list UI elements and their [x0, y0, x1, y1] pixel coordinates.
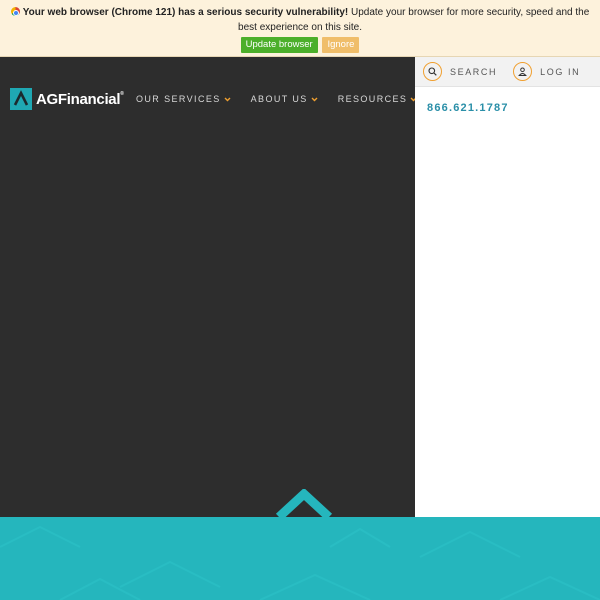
- utility-panel: SEARCH LOG IN 866.621.1787: [415, 57, 600, 517]
- nav-about-us[interactable]: ABOUT US: [251, 94, 318, 104]
- nav-label: ABOUT US: [250, 94, 308, 104]
- ignore-button[interactable]: Ignore: [322, 37, 360, 53]
- teal-banner: [0, 517, 600, 600]
- search-label: SEARCH: [450, 66, 498, 77]
- nav-resources[interactable]: RESOURCES: [338, 94, 418, 104]
- nav-label: OUR SERVICES: [136, 94, 221, 104]
- search-button[interactable]: SEARCH: [423, 62, 497, 81]
- chrome-icon: [10, 7, 20, 16]
- update-browser-button[interactable]: Update browser: [240, 37, 318, 53]
- user-icon: [513, 62, 533, 81]
- utility-bar: SEARCH LOG IN: [415, 57, 600, 87]
- phone-number-link[interactable]: 866.621.1787: [427, 102, 509, 114]
- banner-pattern: [0, 525, 600, 600]
- login-label: LOG IN: [540, 66, 581, 77]
- logo-mark-icon: [10, 88, 32, 110]
- browser-update-notice: Your web browser (Chrome 121) has a seri…: [0, 0, 600, 57]
- chevron-down-icon: [311, 95, 318, 104]
- main-nav: OUR SERVICES ABOUT US RESOURCES: [136, 94, 437, 104]
- logo[interactable]: AGFinancial®: [10, 88, 124, 110]
- logo-wordmark: AGFinancial®: [36, 90, 124, 108]
- notice-message: Your web browser (Chrome 121) has a seri…: [0, 5, 600, 35]
- nav-our-services[interactable]: OUR SERVICES: [136, 94, 231, 104]
- notice-warning-text: Your web browser (Chrome 121) has a seri…: [22, 7, 349, 18]
- nav-label: RESOURCES: [337, 94, 408, 104]
- chevron-down-icon: [224, 95, 231, 104]
- login-button[interactable]: LOG IN: [513, 62, 580, 81]
- search-icon: [423, 62, 442, 81]
- hero-section: AGFinancial® OUR SERVICES ABOUT US RESOU…: [0, 57, 417, 521]
